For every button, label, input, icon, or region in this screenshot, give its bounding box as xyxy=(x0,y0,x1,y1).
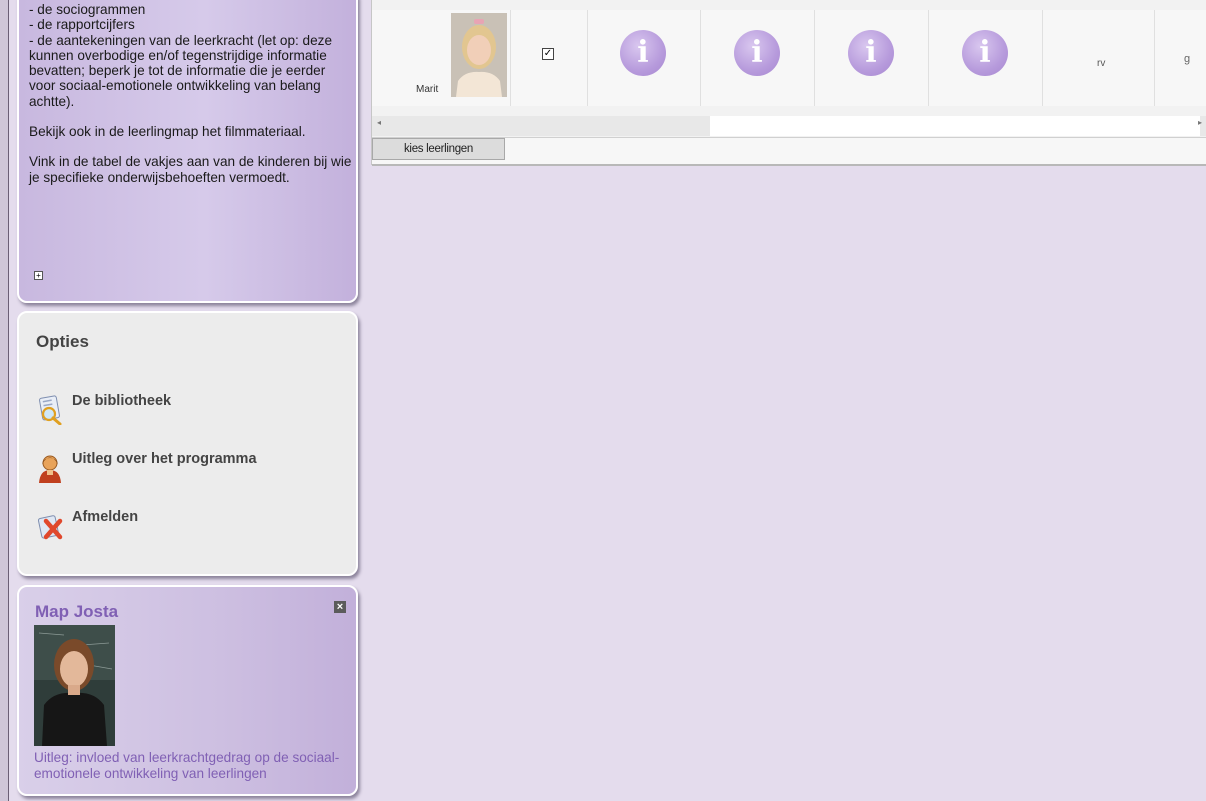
option-library[interactable]: De bibliotheek xyxy=(36,389,171,429)
option-label: De bibliotheek xyxy=(72,393,172,409)
library-search-icon xyxy=(39,395,62,425)
map-caption[interactable]: Uitleg: invloed van leerkrachtgedrag op … xyxy=(34,750,364,782)
scrollbar-thumb[interactable] xyxy=(710,116,1200,136)
teacher-photo[interactable] xyxy=(34,625,115,746)
map-title: Map Josta xyxy=(35,602,119,621)
cell-g: g xyxy=(1184,53,1191,65)
column-divider xyxy=(700,10,701,106)
expand-icon[interactable]: + xyxy=(34,271,43,280)
scroll-right-icon[interactable]: ▸ xyxy=(1198,118,1202,127)
options-title: Opties xyxy=(36,332,89,351)
option-label: Uitleg over het programma xyxy=(72,451,257,467)
cell-rv: rv xyxy=(1097,58,1106,69)
column-divider xyxy=(587,10,588,106)
column-divider xyxy=(928,10,929,106)
instruction-line: - de rapportcijfers xyxy=(29,17,135,33)
column-divider xyxy=(814,10,815,106)
student-name: Marit xyxy=(416,84,439,95)
instructions-text: - de sociogrammen - de rapportcijfers - … xyxy=(29,2,354,185)
column-divider xyxy=(510,10,511,106)
option-logout[interactable]: Afmelden xyxy=(36,505,138,545)
student-table: Marit ✓ i i i i rv g ◂ ▸ kies leerlingen xyxy=(371,0,1206,166)
info-icon[interactable]: i xyxy=(620,30,666,76)
map-panel: Map Josta × Uitleg: invloed van leerkrac… xyxy=(17,585,358,796)
instructions-panel: - de sociogrammen - de rapportcijfers - … xyxy=(17,0,358,303)
column-divider xyxy=(1042,10,1043,106)
user-help-icon xyxy=(39,455,61,483)
option-program-explanation[interactable]: Uitleg over het programma xyxy=(36,447,257,487)
option-label: Afmelden xyxy=(72,509,139,525)
scroll-left-icon[interactable]: ◂ xyxy=(377,118,381,127)
instruction-paragraph: Bekijk ook in de leerlingmap het filmmat… xyxy=(29,124,306,140)
left-edge-line xyxy=(8,0,9,801)
info-icon[interactable]: i xyxy=(848,30,894,76)
options-panel: Opties De bibliotheek Uitleg over het pr… xyxy=(17,311,358,576)
instruction-line: - de aantekeningen van de leerkracht (le… xyxy=(29,32,333,109)
instruction-line: - de sociogrammen xyxy=(29,2,146,17)
student-photo[interactable] xyxy=(451,13,507,97)
instruction-paragraph: Vink in de tabel de vakjes aan van de ki… xyxy=(29,154,352,185)
info-icon[interactable]: i xyxy=(734,30,780,76)
choose-students-button[interactable]: kies leerlingen xyxy=(372,138,505,160)
column-divider xyxy=(1154,10,1155,106)
close-icon[interactable]: × xyxy=(334,601,346,613)
left-strip xyxy=(0,0,8,801)
student-checkbox[interactable]: ✓ xyxy=(542,48,554,60)
info-icon[interactable]: i xyxy=(962,30,1008,76)
logout-icon xyxy=(37,515,63,540)
